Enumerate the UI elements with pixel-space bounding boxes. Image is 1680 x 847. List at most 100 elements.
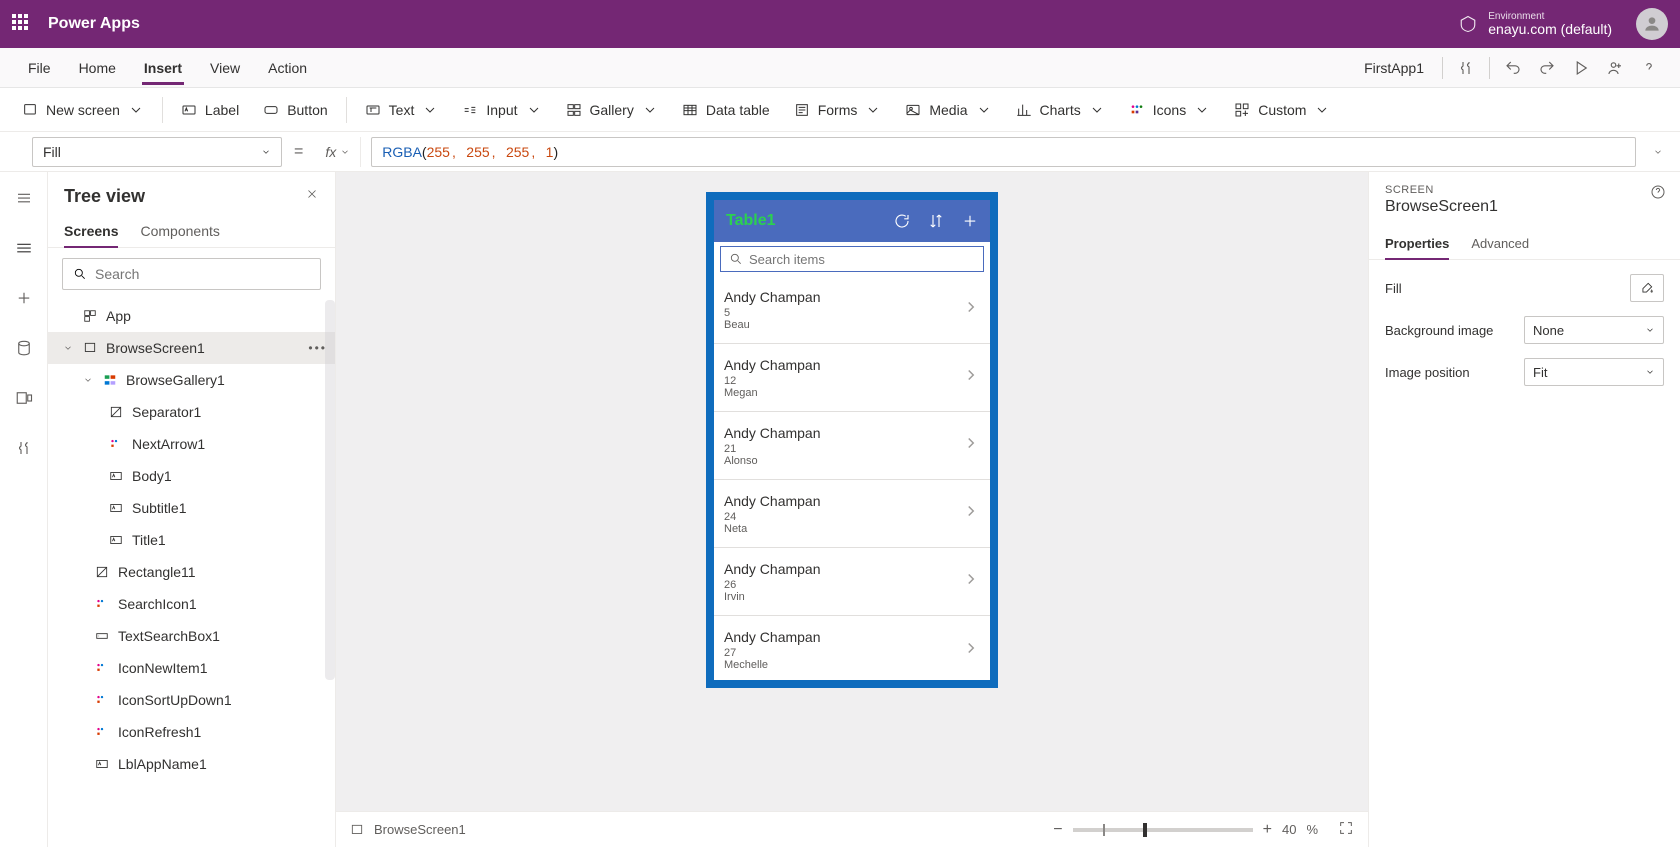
tree-list: App BrowseScreen1 ••• BrowseGallery1 Sep… bbox=[48, 300, 335, 847]
chevron-right-icon[interactable] bbox=[962, 366, 980, 389]
zoom-in-icon[interactable]: + bbox=[1263, 821, 1272, 839]
insert-custom-button[interactable]: Custom bbox=[1222, 96, 1342, 124]
fill-color-button[interactable] bbox=[1630, 274, 1664, 302]
add-icon[interactable] bbox=[958, 209, 982, 233]
ribbon-label: Icons bbox=[1153, 102, 1186, 118]
tree-node-app[interactable]: App bbox=[48, 300, 335, 332]
tree-node-browsegallery[interactable]: BrowseGallery1 bbox=[48, 364, 335, 396]
insert-icons-button[interactable]: Icons bbox=[1117, 96, 1222, 124]
redo-icon[interactable] bbox=[1530, 51, 1564, 85]
insert-gallery-button[interactable]: Gallery bbox=[554, 96, 670, 124]
tab-properties[interactable]: Properties bbox=[1385, 228, 1449, 259]
tree-node-searchicon[interactable]: SearchIcon1 bbox=[48, 588, 335, 620]
formula-input[interactable]: RGBA(255, 255, 255, 1) bbox=[371, 137, 1636, 167]
user-avatar[interactable] bbox=[1636, 8, 1668, 40]
zoom-out-icon[interactable]: − bbox=[1053, 821, 1062, 839]
imgpos-value: Fit bbox=[1533, 365, 1547, 380]
fx-button[interactable]: fx bbox=[315, 137, 361, 167]
share-icon[interactable] bbox=[1598, 51, 1632, 85]
list-item[interactable]: Andy Champan 24 Neta bbox=[714, 480, 990, 548]
insert-input-button[interactable]: Input bbox=[450, 96, 553, 124]
app-name-label[interactable]: FirstApp1 bbox=[1352, 60, 1436, 76]
item-body: Beau bbox=[724, 319, 962, 331]
tree-node-rectangle[interactable]: Rectangle11 bbox=[48, 556, 335, 588]
advanced-tools-icon[interactable] bbox=[8, 432, 40, 464]
environment-picker[interactable]: Environment enayu.com (default) bbox=[1488, 11, 1612, 37]
fit-to-window-icon[interactable] bbox=[1338, 820, 1354, 839]
imgpos-select[interactable]: Fit bbox=[1524, 358, 1664, 386]
pct-label: % bbox=[1306, 822, 1318, 837]
scrollbar[interactable] bbox=[325, 300, 335, 680]
insert-media-button[interactable]: Media bbox=[893, 96, 1003, 124]
menu-home[interactable]: Home bbox=[65, 48, 130, 87]
tree-node-separator[interactable]: Separator1 bbox=[48, 396, 335, 428]
breadcrumb[interactable]: BrowseScreen1 bbox=[374, 822, 466, 837]
play-icon[interactable] bbox=[1564, 51, 1598, 85]
menu-view[interactable]: View bbox=[196, 48, 254, 87]
tree-node-body[interactable]: Body1 bbox=[48, 460, 335, 492]
chevron-right-icon[interactable] bbox=[962, 502, 980, 525]
menu-action[interactable]: Action bbox=[254, 48, 321, 87]
tree-node-nextarrow[interactable]: NextArrow1 bbox=[48, 428, 335, 460]
media-rail-icon[interactable] bbox=[8, 382, 40, 414]
tree-view-icon[interactable] bbox=[8, 232, 40, 264]
app-launcher-icon[interactable] bbox=[12, 14, 32, 34]
undo-icon[interactable] bbox=[1496, 51, 1530, 85]
item-title: Andy Champan bbox=[724, 425, 962, 441]
menubar: File Home Insert View Action FirstApp1 bbox=[0, 48, 1680, 88]
tree-node-iconrefresh[interactable]: IconRefresh1 bbox=[48, 716, 335, 748]
chevron-right-icon[interactable] bbox=[962, 298, 980, 321]
preview-search-input[interactable] bbox=[720, 246, 984, 272]
menu-file[interactable]: File bbox=[14, 48, 65, 87]
formula-expand-icon[interactable] bbox=[1646, 147, 1670, 157]
bgimage-select[interactable]: None bbox=[1524, 316, 1664, 344]
zoom-pct: 40 bbox=[1282, 822, 1296, 837]
list-item[interactable]: Andy Champan 21 Alonso bbox=[714, 412, 990, 480]
list-item[interactable]: Andy Champan 27 Mechelle bbox=[714, 616, 990, 680]
tree-node-browsescreen[interactable]: BrowseScreen1 ••• bbox=[48, 332, 335, 364]
data-rail-icon[interactable] bbox=[8, 332, 40, 364]
tree-node-textsearchbox[interactable]: TextSearchBox1 bbox=[48, 620, 335, 652]
sort-icon[interactable] bbox=[924, 209, 948, 233]
tab-components[interactable]: Components bbox=[140, 215, 219, 247]
insert-label-button[interactable]: Label bbox=[169, 96, 251, 124]
hamburger-icon[interactable] bbox=[8, 182, 40, 214]
help-icon[interactable] bbox=[1632, 51, 1666, 85]
list-item[interactable]: Andy Champan 12 Megan bbox=[714, 344, 990, 412]
app-checker-icon[interactable] bbox=[1449, 51, 1483, 85]
refresh-icon[interactable] bbox=[890, 209, 914, 233]
ribbon-label: Charts bbox=[1040, 102, 1081, 118]
tab-screens[interactable]: Screens bbox=[64, 215, 118, 247]
chevron-right-icon[interactable] bbox=[962, 570, 980, 593]
tree-node-title[interactable]: Title1 bbox=[48, 524, 335, 556]
list-item[interactable]: Andy Champan 26 Irvin bbox=[714, 548, 990, 616]
insert-datatable-button[interactable]: Data table bbox=[670, 96, 782, 124]
preview-list: Andy Champan 5 Beau Andy Champan 12 Mega… bbox=[714, 276, 990, 680]
tree-search-input[interactable] bbox=[62, 258, 321, 290]
chevron-right-icon[interactable] bbox=[962, 639, 980, 662]
close-icon[interactable] bbox=[305, 187, 319, 206]
list-item[interactable]: Andy Champan 5 Beau bbox=[714, 276, 990, 344]
insert-button-button[interactable]: Button bbox=[251, 96, 339, 124]
tree-node-subtitle[interactable]: Subtitle1 bbox=[48, 492, 335, 524]
property-selector[interactable]: Fill bbox=[32, 137, 282, 167]
chevron-right-icon[interactable] bbox=[962, 434, 980, 457]
tree-node-lblappname[interactable]: LblAppName1 bbox=[48, 748, 335, 780]
tree-label: NextArrow1 bbox=[132, 436, 205, 452]
divider bbox=[1489, 57, 1490, 79]
ribbon-label: Label bbox=[205, 102, 239, 118]
tab-advanced[interactable]: Advanced bbox=[1471, 228, 1529, 259]
insert-text-button[interactable]: Text bbox=[353, 96, 451, 124]
screen-selection-frame[interactable]: Table1 Andy Champan 5 Beau bbox=[706, 192, 998, 688]
tree-node-iconsortupdown[interactable]: IconSortUpDown1 bbox=[48, 684, 335, 716]
menu-insert[interactable]: Insert bbox=[130, 48, 196, 87]
zoom-slider[interactable] bbox=[1073, 828, 1253, 832]
search-field[interactable] bbox=[95, 266, 310, 282]
insert-rail-icon[interactable] bbox=[8, 282, 40, 314]
item-subtitle: 12 bbox=[724, 375, 962, 387]
insert-charts-button[interactable]: Charts bbox=[1004, 96, 1117, 124]
new-screen-button[interactable]: New screen bbox=[10, 96, 156, 124]
help-icon[interactable] bbox=[1650, 184, 1666, 205]
tree-node-iconnewitem[interactable]: IconNewItem1 bbox=[48, 652, 335, 684]
insert-forms-button[interactable]: Forms bbox=[782, 96, 894, 124]
